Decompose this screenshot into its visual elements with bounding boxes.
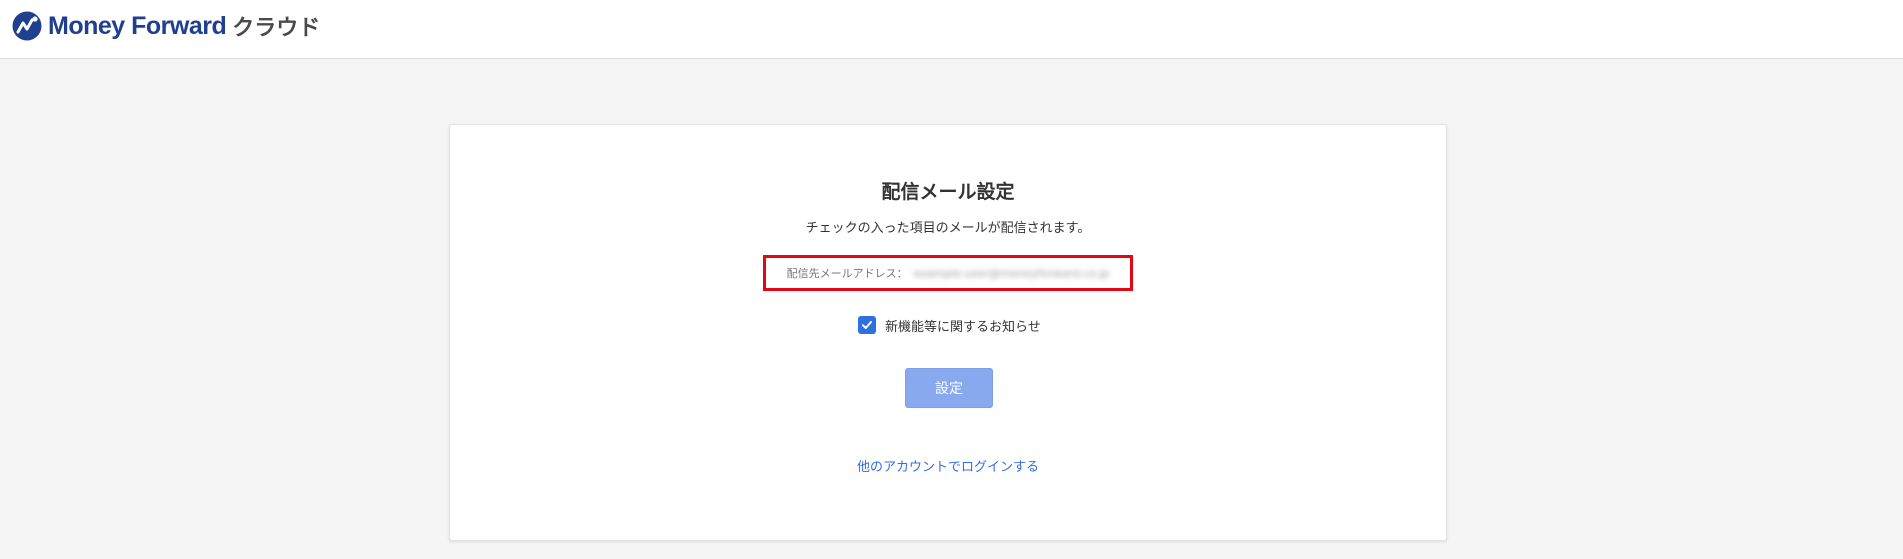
- email-address-label: 配信先メールアドレス：: [786, 267, 908, 280]
- new-features-checkbox[interactable]: [858, 316, 876, 334]
- page-title: 配信メール設定: [881, 181, 1015, 203]
- brand-name: Money Forward: [48, 11, 227, 40]
- mail-settings-card: 配信メール設定 チェックの入った項目のメールが配信されます。 配信先メールアドレ…: [449, 124, 1447, 541]
- email-address-value: example-user@moneyforward.co.jp: [913, 266, 1110, 280]
- app-header: Money Forward クラウド: [0, 0, 1903, 59]
- brand-suffix: クラウド: [232, 16, 321, 41]
- money-forward-logo[interactable]: Money Forward クラウド: [12, 11, 320, 41]
- email-address-display: 配信先メールアドレス： example-user@moneyforward.co…: [763, 255, 1133, 291]
- checkmark-icon: [862, 321, 872, 329]
- save-settings-button[interactable]: 設定: [905, 368, 993, 408]
- page-description: チェックの入った項目のメールが配信されます。: [805, 221, 1091, 236]
- option-new-features[interactable]: 新機能等に関するお知らせ: [858, 315, 1041, 335]
- other-account-login-link[interactable]: 他のアカウントでログインする: [450, 456, 1446, 475]
- new-features-label: 新機能等に関するお知らせ: [885, 319, 1041, 335]
- money-forward-mark-icon: [12, 11, 42, 41]
